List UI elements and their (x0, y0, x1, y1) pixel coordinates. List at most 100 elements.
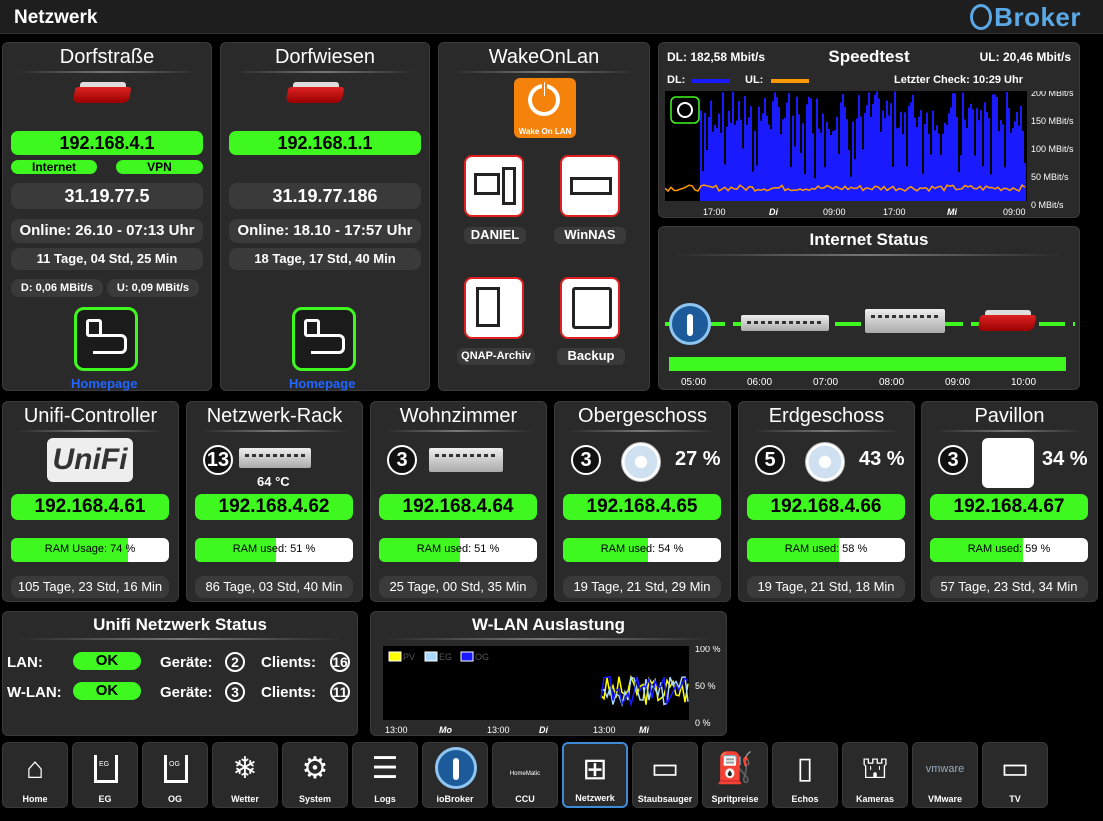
ram-bar: RAM used: 54 % (563, 538, 721, 562)
ram-label: RAM used: 59 % (967, 543, 1051, 555)
legend-label: EG (439, 652, 452, 662)
card-wlan-load: W-LAN Auslastung PV EG OG 100 % 50 % 0 % 13:… (370, 611, 727, 736)
switch-icon (239, 448, 311, 468)
x-tick: 13:00 (385, 725, 408, 735)
card-title: Obergeschoss (578, 405, 707, 427)
y-tick: 0 % (695, 718, 711, 728)
device-uptime: 19 Tage, 21 Std, 29 Min (563, 576, 721, 598)
legend-label: OG (475, 652, 489, 662)
nav-echos[interactable]: ▯ Echos (772, 742, 838, 808)
iobroker-node-icon (669, 303, 711, 345)
nav-wetter[interactable]: ❄ Wetter (212, 742, 278, 808)
x-ticks: 17:00 Di 09:00 17:00 Mi 09:00 (703, 207, 1026, 217)
nav-label: CCU (515, 794, 535, 804)
lan-clients-count: 16 (330, 652, 350, 672)
card-title: Erdgeschoss (768, 405, 885, 427)
nav-eg[interactable]: EG EG (72, 742, 138, 808)
download-rate: D: 0,06 MBit/s (11, 279, 103, 297)
client-count-badge: 3 (938, 445, 968, 475)
nav-logs[interactable]: ☰ Logs (352, 742, 418, 808)
nav-home[interactable]: ⌂ Home (2, 742, 68, 808)
client-count-badge: 5 (755, 445, 785, 475)
homepage-button[interactable] (74, 307, 138, 371)
wol-backup-button[interactable] (560, 277, 620, 339)
nav-label: Kameras (855, 794, 895, 804)
homepage-link[interactable]: Homepage (71, 376, 137, 391)
nav-netzwerk[interactable]: ⊞ Netzwerk (562, 742, 628, 808)
vmware-icon: vmware (925, 763, 965, 775)
nav-label: System (298, 794, 332, 804)
nav-label: ioBroker (436, 794, 474, 804)
time-tick: 06:00 (747, 377, 773, 388)
switch-icon (429, 448, 503, 472)
card-title: Dorfstraße (59, 46, 155, 68)
card-device-5: Pavillon 3 34 % 192.168.4.67 RAM used: 59 … (921, 401, 1098, 602)
divider (385, 430, 532, 432)
nav-icon-11: ▯ (796, 752, 814, 785)
x-tick: Mi (639, 725, 649, 735)
y-ticks: 100 % 50 % 0 % (695, 646, 721, 728)
time-axis: 05:00 06:00 07:00 08:00 09:00 10:00 (673, 377, 1053, 389)
uptime: 18 Tage, 17 Std, 40 Min (229, 248, 421, 270)
nav-spritpreise[interactable]: ⛽ Spritpreise (702, 742, 768, 808)
wlan-clients-count: 11 (330, 682, 350, 702)
unifi-status-title: Unifi Netzwerk Status (93, 615, 267, 634)
device-ip: 192.168.4.62 (195, 494, 353, 520)
upload-rate: U: 0,09 MBit/s (107, 279, 199, 297)
nav-system[interactable]: ⚙ System (282, 742, 348, 808)
nav-icon-8: ⊞ (582, 753, 608, 786)
lan-clients-label: Clients: (261, 654, 317, 671)
y-tick: 0 MBit/s (1031, 200, 1064, 210)
divider (235, 71, 415, 73)
nav-icon-3: ❄ (232, 752, 258, 785)
legend-label: PV (403, 652, 415, 662)
uptime: 11 Tage, 04 Std, 25 Min (11, 248, 203, 270)
switch-node-2 (865, 309, 945, 333)
x-tick: 17:00 (883, 207, 906, 217)
card-device-4: Erdgeschoss 5 43 % 192.168.4.66 RAM used: … (738, 401, 915, 602)
divider (17, 638, 343, 640)
x-tick: 09:00 (1003, 207, 1026, 217)
nav-vmware[interactable]: vmware VMware (912, 742, 978, 808)
nav-icon-0: ⌂ (25, 752, 45, 785)
nav-staubsauger[interactable]: ▭ Staubsauger (632, 742, 698, 808)
last-check: Letzter Check: 10:29 Uhr (894, 74, 1023, 86)
nav-kameras[interactable]: ⛫ Kameras (842, 742, 908, 808)
homepage-button[interactable] (292, 307, 356, 371)
device-uptime: 57 Tage, 23 Std, 34 Min (930, 576, 1088, 598)
y-tick: 50 MBit/s (1031, 172, 1069, 182)
wol-qnap-label: QNAP-Archiv (457, 348, 535, 365)
nav-label: TV (1009, 794, 1021, 804)
client-count-badge: 3 (571, 445, 601, 475)
ram-bar: RAM used: 51 % (195, 538, 353, 562)
lan-geraete-count: 2 (225, 652, 245, 672)
card-internet-status: Internet Status 05:00 06:00 07:00 08:00 … (658, 226, 1080, 390)
client-count-badge: 3 (387, 445, 417, 475)
lan-geraete-label: Geräte: (160, 654, 213, 671)
ram-bar: RAM used: 51 % (379, 538, 537, 562)
nav-ccu[interactable]: HomeMatic CCU (492, 742, 558, 808)
access-point-icon (982, 438, 1034, 488)
router-ip: 192.168.1.1 (229, 131, 421, 155)
homepage-link[interactable]: Homepage (289, 376, 355, 391)
x-ticks: 13:00 Mo 13:00 Di 13:00 Mi (385, 725, 649, 735)
nav-og[interactable]: OG OG (142, 742, 208, 808)
card-dorfwiesen: Dorfwiesen 192.168.1.1 31.19.77.186 Onli… (220, 42, 430, 391)
nav-label: VMware (927, 794, 962, 804)
nav-tv[interactable]: ▭ TV (982, 742, 1048, 808)
x-tick: Mi (947, 207, 957, 217)
wol-qnap-button[interactable] (464, 277, 524, 339)
wol-daniel-button[interactable] (464, 155, 524, 217)
wol-winnas-button[interactable] (560, 155, 620, 217)
y-tick: 200 MBit/s (1031, 91, 1074, 98)
divider (673, 254, 1065, 256)
device-ip: 192.168.4.61 (11, 494, 169, 520)
divider (569, 430, 716, 432)
nav-iobroker[interactable]: ioBroker (422, 742, 488, 808)
card-title: Unifi-Controller (23, 405, 158, 427)
fritzbox-icon (70, 79, 134, 109)
access-point-icon (805, 442, 845, 482)
nav-label: Echos (791, 794, 819, 804)
house-floor-icon: EG (94, 755, 118, 783)
wol-backup-label: Backup (557, 348, 625, 365)
